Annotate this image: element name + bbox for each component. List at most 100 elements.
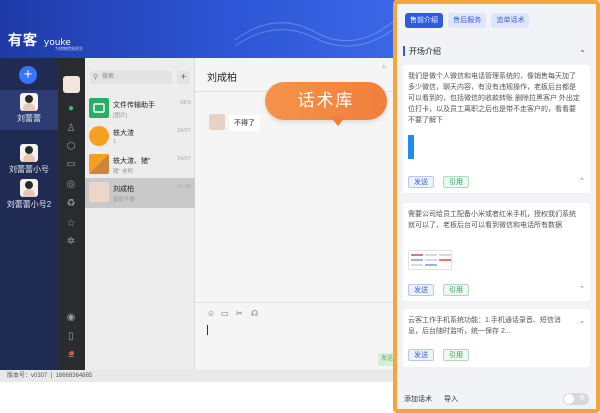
- new-chat-button[interactable]: +: [177, 71, 190, 84]
- emoji-icon[interactable]: ☺: [207, 309, 215, 318]
- avatar: [20, 179, 38, 197]
- status-bar: 版本号：v0307 | 18668364885: [0, 370, 395, 382]
- search-placeholder: 搜索: [102, 74, 115, 80]
- conversation-preview: [图片]: [113, 113, 128, 119]
- conversation-name: 轶大渣: [113, 130, 134, 137]
- send-button[interactable]: 发送: [408, 176, 434, 188]
- chat-icon[interactable]: ●: [65, 103, 77, 115]
- menu-icon[interactable]: ≡: [65, 350, 77, 362]
- tab-followup[interactable]: 追单话术: [491, 13, 530, 28]
- add-script-button[interactable]: 添加话术: [404, 394, 432, 404]
- chevron-down-icon[interactable]: ⌄: [579, 317, 585, 325]
- settings-flower-icon[interactable]: ✲: [65, 236, 77, 248]
- attachment-thumbnail[interactable]: [408, 250, 452, 270]
- favorites-icon[interactable]: ⬡: [65, 141, 77, 153]
- script-tabs: 售前介绍 售后服务 追单话术: [405, 13, 532, 28]
- conversation-name: 刘成柏: [113, 186, 134, 193]
- phone-icon[interactable]: ▯: [65, 331, 77, 343]
- avatar: [20, 144, 38, 162]
- search-input[interactable]: ⚲ 搜索: [90, 71, 172, 84]
- toggle-label: 关: [578, 396, 585, 402]
- quote-button[interactable]: 引用: [443, 349, 469, 361]
- send-button[interactable]: 发送: [408, 284, 434, 296]
- section-title: 开场介绍: [409, 47, 441, 56]
- tab-presale[interactable]: 售前介绍: [405, 13, 443, 28]
- account-sidebar: + 刘蕾蕾 刘蕾蕾小号 刘蕾蕾小号2: [0, 58, 58, 370]
- conversation-time: 10:38: [177, 184, 191, 190]
- send-button[interactable]: 发送: [408, 349, 434, 361]
- phone-number: 18668364885: [55, 373, 93, 379]
- section-header[interactable]: 开场介绍 ⌄: [400, 43, 593, 59]
- account-item[interactable]: 刘蕾蕾: [0, 90, 58, 130]
- app-tagline: 为销售提效而生: [55, 46, 83, 51]
- script-card: 我们是做个人微信和电话管理系统的，像销售每天加了多少微信，聊天内容，有没有违规操…: [403, 65, 590, 193]
- attachment-thumbnail[interactable]: [408, 135, 414, 159]
- script-card: 需要公司给员工配备小米或者红米手机，授权我们系统就可以了，老板后台可以看到微信和…: [403, 203, 590, 301]
- conversation-item[interactable]: 文件传输助手 [图片] 08:5: [85, 94, 195, 124]
- conversation-preview: 1: [113, 139, 117, 145]
- toggle-switch[interactable]: 关: [563, 393, 589, 405]
- my-avatar[interactable]: [63, 76, 80, 93]
- conversation-item[interactable]: 刘成柏 留款不要 10:38: [85, 178, 195, 208]
- conversation-time: 08:5: [180, 100, 191, 106]
- version-label: 版本号：v0307: [7, 373, 48, 379]
- toggle-knob: [564, 394, 574, 404]
- conversation-name: 文件传输助手: [113, 102, 155, 109]
- quote-button[interactable]: 引用: [443, 176, 469, 188]
- scissors-icon[interactable]: ✂: [236, 309, 243, 318]
- app-header: 有客 youke 为销售提效而生: [0, 0, 395, 58]
- badge-tail: [330, 116, 346, 126]
- avatar: [20, 93, 38, 111]
- message-bubble: 不得了: [229, 115, 260, 131]
- conversation-item[interactable]: 轶大渣 1 24/07: [85, 122, 195, 152]
- text-cursor: [207, 325, 208, 335]
- conversation-name: 轶大渣、猪": [113, 158, 151, 165]
- mini-program-icon[interactable]: ♻: [65, 198, 77, 210]
- account-item[interactable]: 刘蕾蕾小号2: [0, 176, 58, 216]
- logo-text: 有客: [8, 33, 38, 49]
- conversation-preview: 猪" 老鸭: [113, 169, 133, 175]
- compass-icon[interactable]: ◉: [65, 312, 77, 324]
- folder-icon[interactable]: ▭: [221, 309, 229, 318]
- conversation-list: ⚲ 搜索 + 文件传输助手 [图片] 08:5 轶大渣 1 24/07 轶大渣、…: [85, 58, 195, 370]
- pin-icon[interactable]: ⊥: [381, 62, 387, 70]
- notification-dot: [70, 351, 74, 355]
- contact-avatar: [209, 114, 225, 130]
- nav-iconbar: ● ♙ ⬡ ▭ ◎ ♻ ☆ ✲ ◉ ▯ ≡: [58, 58, 85, 370]
- avatar: [89, 182, 109, 202]
- import-button[interactable]: 导入: [444, 394, 458, 404]
- panel-footer: 添加话术 导入 关: [400, 392, 593, 406]
- moments-icon[interactable]: ◎: [65, 179, 77, 191]
- header-wave-decoration: [235, 19, 395, 47]
- script-library-badge: 话术库: [265, 82, 387, 120]
- star-icon[interactable]: ☆: [65, 218, 77, 230]
- script-text: 需要公司给员工配备小米或者红米手机，授权我们系统就可以了，老板后台可以看到微信和…: [408, 211, 576, 229]
- search-icon: ⚲: [93, 74, 99, 81]
- tab-aftersale[interactable]: 售后服务: [448, 13, 487, 28]
- chat-bubble-icon[interactable]: ☊: [251, 309, 258, 318]
- quote-button[interactable]: 引用: [443, 284, 469, 296]
- add-account-button[interactable]: +: [19, 66, 37, 84]
- chevron-down-icon[interactable]: ⌄: [579, 45, 586, 54]
- conversation-preview: 留款不要: [113, 197, 136, 203]
- group-avatar: [89, 154, 109, 174]
- script-card: 云客工作手机系统功能：1.手机通话录音、短信消息，后台随时监听，统一保存 2..…: [403, 309, 590, 367]
- account-name: 刘蕾蕾小号: [9, 165, 49, 174]
- script-library-panel: 售前介绍 售后服务 追单话术 开场介绍 ⌄ 我们是做个人微信和电话管理系统的，像…: [393, 0, 600, 413]
- chevron-up-icon[interactable]: ⌃: [579, 177, 585, 185]
- chat-title: 刘成柏: [207, 73, 237, 84]
- conversation-time: 24/07: [177, 128, 191, 134]
- file-transfer-avatar: [89, 98, 109, 118]
- contacts-icon[interactable]: ♙: [65, 123, 77, 135]
- folder-icon[interactable]: ▭: [65, 159, 77, 171]
- script-text: 云客工作手机系统功能：1.手机通话录音、短信消息，后台随时监听，统一保存 2..…: [408, 317, 561, 335]
- section-accent-bar: [403, 46, 405, 56]
- chevron-up-icon[interactable]: ⌃: [579, 285, 585, 293]
- account-item[interactable]: 刘蕾蕾小号: [0, 141, 58, 181]
- conversation-time: 24/07: [177, 156, 191, 162]
- account-name: 刘蕾蕾: [17, 114, 41, 123]
- chat-input-area[interactable]: ☺ ▭ ✂ ☊ 发送: [195, 302, 398, 370]
- avatar: [89, 126, 109, 146]
- script-text: 我们是做个人微信和电话管理系统的，像销售每天加了多少微信，聊天内容，有没有违规操…: [408, 73, 580, 124]
- conversation-item[interactable]: 轶大渣、猪" 猪" 老鸭 24/07: [85, 150, 195, 180]
